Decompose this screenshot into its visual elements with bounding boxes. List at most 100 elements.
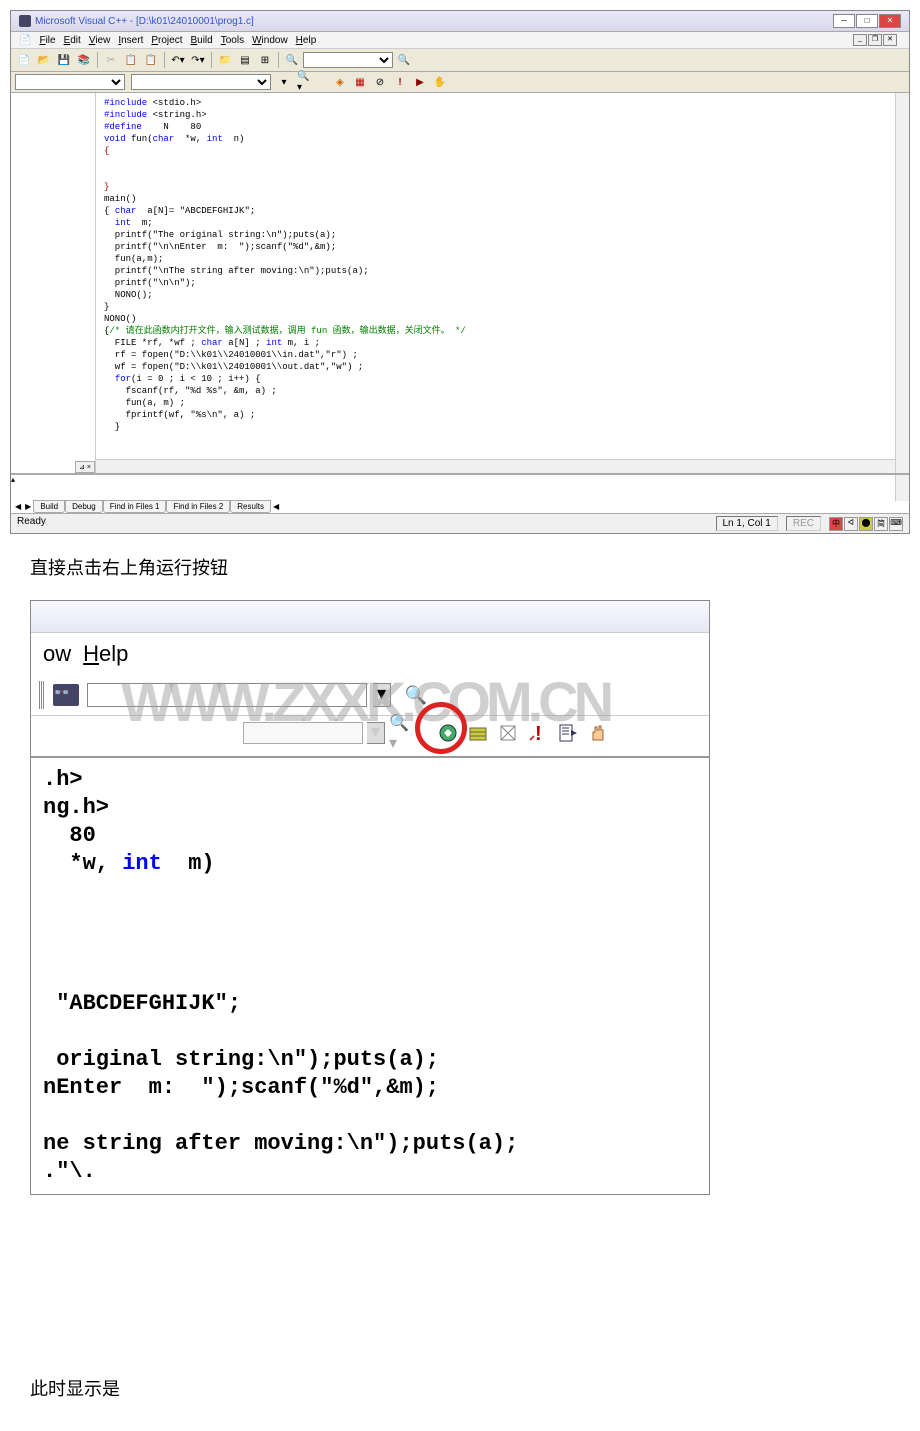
status-right: Ln 1, Col 1 REC 中 ᐊ ⬤ 简 ⌨ bbox=[716, 516, 904, 531]
execute-icon[interactable]: ! bbox=[525, 720, 551, 746]
build-icon[interactable]: ▦ bbox=[353, 75, 367, 89]
dropdown-icon[interactable]: ▼ bbox=[367, 722, 385, 744]
caption-1: 直接点击右上角运行按钮 bbox=[30, 554, 890, 580]
output-handle[interactable]: ▴ bbox=[11, 475, 21, 485]
vertical-scrollbar[interactable] bbox=[895, 93, 909, 473]
find-icon[interactable]: 🔍 bbox=[395, 51, 413, 69]
tab-find1[interactable]: Find in Files 1 bbox=[103, 500, 167, 513]
ime-icon[interactable]: 中 bbox=[829, 517, 843, 531]
tab-find2[interactable]: Find in Files 2 bbox=[166, 500, 230, 513]
code-text: rf = fopen("D:\\k01\\24010001\\in.dat","… bbox=[104, 350, 358, 360]
code-keyword: #include bbox=[104, 110, 147, 120]
tab-results[interactable]: Results bbox=[230, 500, 271, 513]
code-text: fun(a, m) ; bbox=[104, 398, 185, 408]
menu-insert[interactable]: Insert bbox=[118, 35, 143, 46]
ime-icon[interactable]: ⌨ bbox=[889, 517, 903, 531]
sidebar-tab[interactable]: ⊿ × bbox=[75, 461, 95, 473]
config-combo[interactable] bbox=[15, 74, 125, 90]
menu-help[interactable]: Help bbox=[83, 641, 128, 667]
code-text: .h> bbox=[43, 767, 83, 792]
code-text: printf("\nThe string after moving:\n");p… bbox=[104, 266, 369, 276]
output-icon[interactable]: ▤ bbox=[236, 51, 254, 69]
compile-icon[interactable]: ◈ bbox=[333, 75, 347, 89]
caption-2: 此时显示是 bbox=[30, 1375, 890, 1401]
breakpoint-icon[interactable]: ✋ bbox=[433, 75, 447, 89]
tab-scroll[interactable]: ◀ bbox=[271, 502, 281, 511]
menu-view[interactable]: View bbox=[89, 35, 111, 46]
find-files-icon[interactable]: 👓 bbox=[51, 681, 81, 709]
output-scrollbar[interactable] bbox=[895, 475, 909, 501]
window-controls: ─ □ ✕ bbox=[833, 14, 901, 28]
search-small-icon[interactable]: 🔍▾ bbox=[297, 75, 311, 89]
minimize-button[interactable]: ─ bbox=[833, 14, 855, 28]
child-close[interactable]: ✕ bbox=[883, 34, 897, 46]
code-text: { bbox=[104, 206, 115, 216]
tab-build[interactable]: Build bbox=[33, 500, 65, 513]
undo-icon[interactable]: ↶▾ bbox=[169, 51, 187, 69]
save-all-icon[interactable]: 📚 bbox=[75, 51, 93, 69]
ime-icon[interactable]: 简 bbox=[874, 517, 888, 531]
child-minimize[interactable]: _ bbox=[853, 34, 867, 46]
workspace-sidebar[interactable]: ⊿ × bbox=[11, 93, 96, 473]
code-keyword: int bbox=[122, 851, 162, 876]
tab-left-arrow[interactable]: ◀ bbox=[13, 502, 23, 511]
rec-indicator: REC bbox=[786, 516, 821, 531]
zoomed-screenshot: ow Help WWW.ZXXK.COM.CN 👓 ▼ 🔍 ▼ 🔍▾ ! bbox=[30, 600, 710, 1195]
build-icon[interactable] bbox=[465, 720, 491, 746]
code-keyword: char bbox=[201, 338, 223, 348]
cut-icon[interactable]: ✂ bbox=[102, 51, 120, 69]
code-editor[interactable]: #include <stdio.h> #include <string.h> #… bbox=[96, 93, 909, 473]
redo-icon[interactable]: ↷▾ bbox=[189, 51, 207, 69]
go-icon[interactable] bbox=[555, 720, 581, 746]
target-combo[interactable] bbox=[131, 74, 271, 90]
menu-window[interactable]: Window bbox=[252, 35, 288, 46]
search-icon[interactable]: 🔍▾ bbox=[389, 720, 415, 746]
breakpoint-icon[interactable] bbox=[585, 720, 611, 746]
new-file-icon[interactable]: 📄 bbox=[15, 51, 33, 69]
execute-icon[interactable]: ! bbox=[393, 75, 407, 89]
ime-icon[interactable]: ᐊ bbox=[844, 517, 858, 531]
code-text: <stdio.h> bbox=[147, 98, 201, 108]
menu-edit[interactable]: Edit bbox=[64, 35, 81, 46]
window-list-icon[interactable]: ⊞ bbox=[256, 51, 274, 69]
find-combo[interactable] bbox=[87, 683, 367, 707]
zoomed-code-editor[interactable]: .h> ng.h> 80 *w, int m) "ABCDEFGHIJK"; o… bbox=[31, 758, 709, 1194]
tab-right-arrow[interactable]: ▶ bbox=[23, 502, 33, 511]
copy-icon[interactable]: 📋 bbox=[122, 51, 140, 69]
cursor-position: Ln 1, Col 1 bbox=[716, 516, 778, 531]
menu-project[interactable]: Project bbox=[151, 35, 182, 46]
stop-build-icon[interactable]: ⊘ bbox=[373, 75, 387, 89]
output-pane[interactable]: ▴ ◀ ▶ Build Debug Find in Files 1 Find i… bbox=[11, 473, 909, 513]
code-text: fun(a,m); bbox=[104, 254, 163, 264]
menu-tools[interactable]: Tools bbox=[221, 35, 244, 46]
open-file-icon[interactable]: 📂 bbox=[35, 51, 53, 69]
maximize-button[interactable]: □ bbox=[856, 14, 878, 28]
paste-icon[interactable]: 📋 bbox=[142, 51, 160, 69]
child-restore[interactable]: ❐ bbox=[868, 34, 882, 46]
dropdown-icon[interactable]: ▼ bbox=[373, 683, 391, 707]
toolbar-grip[interactable] bbox=[39, 681, 45, 709]
menu-window-partial[interactable]: ow bbox=[43, 641, 71, 667]
menu-file[interactable]: File bbox=[39, 35, 55, 46]
config-combo[interactable] bbox=[243, 722, 363, 744]
tab-debug[interactable]: Debug bbox=[65, 500, 103, 513]
menu-help[interactable]: Help bbox=[296, 35, 317, 46]
go-icon[interactable]: ▶ bbox=[413, 75, 427, 89]
code-text: printf("\n\n"); bbox=[104, 278, 196, 288]
find-combo[interactable] bbox=[303, 52, 393, 68]
horizontal-scrollbar[interactable] bbox=[96, 459, 895, 473]
arrow-icon: ▾ bbox=[277, 75, 291, 89]
title-text: Microsoft Visual C++ - [D:\k01\24010001\… bbox=[35, 16, 254, 27]
stop-build-icon[interactable] bbox=[495, 720, 521, 746]
find-files-icon[interactable]: 🔍 bbox=[283, 51, 301, 69]
ime-icon[interactable]: ⬤ bbox=[859, 517, 873, 531]
code-text: NONO() bbox=[104, 314, 136, 324]
workspace-icon[interactable]: 📁 bbox=[216, 51, 234, 69]
code-keyword: char bbox=[115, 206, 137, 216]
toolbar-separator bbox=[211, 52, 212, 68]
close-button[interactable]: ✕ bbox=[879, 14, 901, 28]
code-text: m; bbox=[131, 218, 153, 228]
build-toolbar: ▾ 🔍▾ ◈ ▦ ⊘ ! ▶ ✋ bbox=[11, 72, 909, 93]
menu-build[interactable]: Build bbox=[190, 35, 212, 46]
save-icon[interactable]: 💾 bbox=[55, 51, 73, 69]
